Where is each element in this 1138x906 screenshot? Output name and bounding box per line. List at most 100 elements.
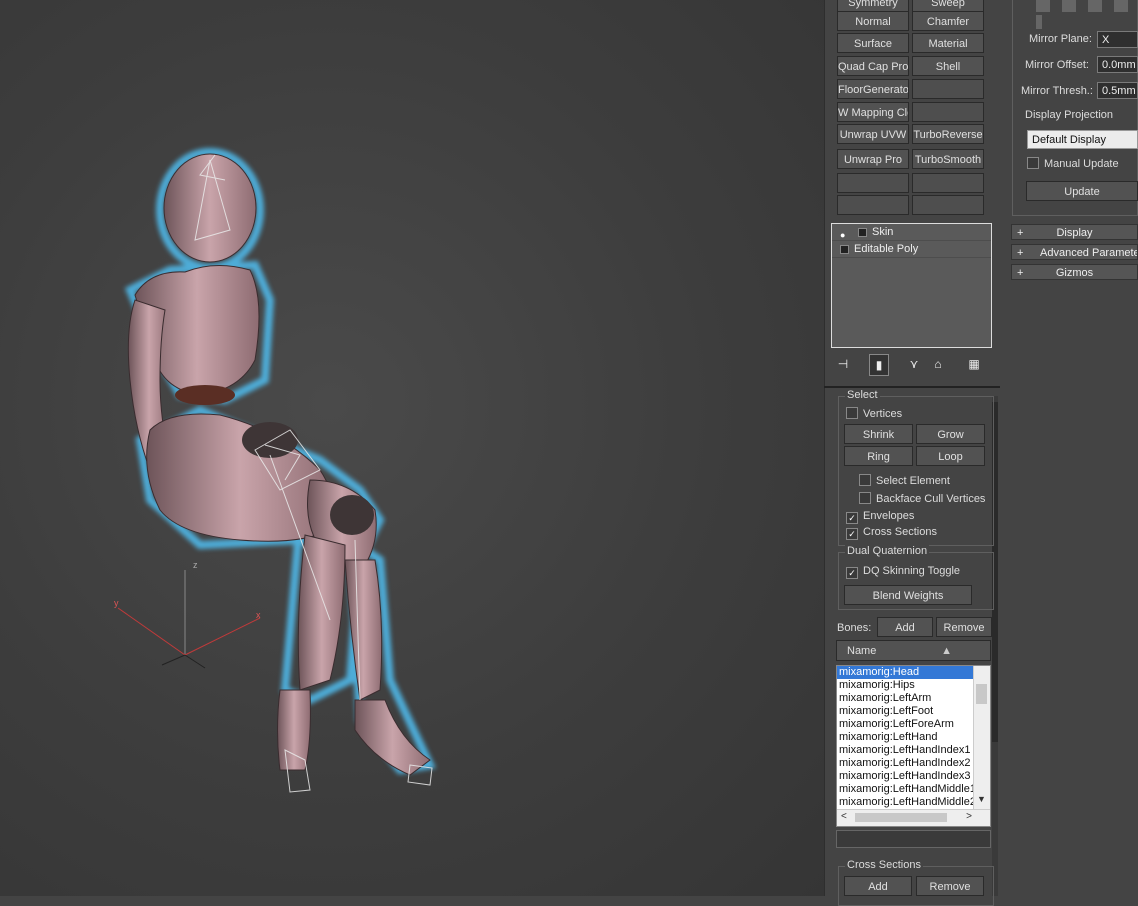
remove-cross-section-button[interactable]: Remove — [916, 876, 984, 896]
bones-list[interactable]: mixamorig:Head mixamorig:Hips mixamorig:… — [836, 665, 991, 827]
scroll-right-icon[interactable]: > — [966, 811, 972, 822]
dq-skinning-checkbox[interactable]: ✓ DQ Skinning Toggle — [846, 565, 960, 579]
show-end-result-icon[interactable]: ▮ — [869, 354, 889, 376]
select-group-legend: Select — [845, 389, 880, 401]
checkbox-box[interactable] — [859, 474, 871, 486]
plus-icon: + — [1017, 267, 1024, 279]
mirror-thresh-spinner[interactable]: 0.5mm — [1097, 82, 1138, 99]
checkbox-box[interactable] — [859, 492, 871, 504]
paste-verts-icon[interactable] — [1036, 15, 1042, 29]
modifier-button-unwrap-pro[interactable]: Unwrap Pro — [837, 149, 909, 169]
modifier-stack-item-skin[interactable]: ● Skin — [832, 224, 991, 241]
remove-modifier-icon[interactable]: ⌂ — [929, 354, 947, 374]
modifier-button-empty[interactable] — [912, 195, 984, 215]
modifier-button-surface[interactable]: Surface — [837, 33, 909, 53]
select-element-checkbox[interactable]: Select Element — [859, 474, 950, 487]
bone-list-item[interactable]: mixamorig:LeftArm — [837, 692, 990, 705]
rollout-label: Advanced Parameters — [1040, 247, 1138, 259]
vertices-label: Vertices — [863, 408, 903, 420]
checkbox-box[interactable] — [846, 407, 858, 419]
ring-button[interactable]: Ring — [844, 446, 913, 466]
scrollbar-thumb[interactable] — [855, 813, 947, 822]
add-bone-button[interactable]: Add — [877, 617, 933, 637]
bones-name-header[interactable]: Name ▲ — [836, 640, 991, 661]
mirror-plane-dropdown[interactable]: X — [1097, 31, 1138, 48]
bone-list-item[interactable]: mixamorig:LeftFoot — [837, 705, 990, 718]
modifier-button-shell[interactable]: Shell — [912, 56, 984, 76]
modifier-button-turbosmooth[interactable]: TurboSmooth — [912, 149, 984, 169]
modifier-button-empty[interactable] — [912, 173, 984, 193]
shrink-button[interactable]: Shrink — [844, 424, 913, 444]
checkbox-box[interactable] — [1027, 157, 1039, 169]
pin-stack-icon[interactable]: ⊣ — [834, 354, 852, 374]
remove-bone-button[interactable]: Remove — [936, 617, 992, 637]
modifier-button-turboreverse[interactable]: TurboReverse — [912, 124, 984, 144]
bone-list-item[interactable]: mixamorig:LeftHandMiddle2 — [837, 796, 990, 809]
modifier-button-empty[interactable] — [912, 102, 984, 122]
cross-sections-label: Cross Sections — [863, 526, 937, 538]
cross-sections-checkbox[interactable]: ✓ Cross Sections — [846, 526, 937, 540]
name-column-label: Name — [847, 645, 877, 657]
add-cross-section-button[interactable]: Add — [844, 876, 912, 896]
checkmark-icon[interactable]: ✓ — [846, 512, 858, 524]
rollout-display[interactable]: + Display — [1011, 224, 1138, 240]
bones-list-vertical-scrollbar[interactable]: ▼ — [973, 666, 990, 812]
grow-button[interactable]: Grow — [916, 424, 985, 444]
paste-bones-icon[interactable] — [1062, 0, 1077, 12]
rollout-label: Display — [1056, 227, 1093, 239]
make-unique-icon[interactable]: ⋎ — [905, 354, 923, 374]
modifier-button-normal[interactable]: Normal — [837, 11, 909, 31]
bone-list-item[interactable]: mixamorig:LeftHand — [837, 731, 990, 744]
modifier-button-empty[interactable] — [837, 173, 909, 193]
character-model[interactable] — [0, 0, 824, 896]
checkmark-icon[interactable]: ✓ — [846, 528, 858, 540]
scroll-down-icon[interactable]: ▼ — [977, 794, 986, 804]
dq-skinning-label: DQ Skinning Toggle — [863, 565, 961, 577]
modifier-button-floorgenerator[interactable]: FloorGenerator — [837, 79, 909, 99]
modifier-stack-list[interactable]: ● Skin Editable Poly — [831, 223, 992, 348]
bone-list-item[interactable]: mixamorig:LeftHandIndex2 — [837, 757, 990, 770]
bone-filter-field[interactable] — [836, 830, 991, 848]
blend-weights-button[interactable]: Blend Weights — [844, 585, 972, 605]
expand-icon[interactable] — [858, 228, 867, 237]
bone-list-item[interactable]: mixamorig:Head — [837, 666, 974, 679]
scroll-left-icon[interactable]: < — [841, 811, 847, 822]
mirror-paste-icon[interactable] — [1036, 0, 1050, 12]
modifier-button-chamfer[interactable]: Chamfer — [912, 11, 984, 31]
loop-button[interactable]: Loop — [916, 446, 985, 466]
manual-update-checkbox[interactable]: Manual Update — [1027, 157, 1119, 170]
modifier-button-quad-cap-pro[interactable]: Quad Cap Pro — [837, 56, 909, 76]
paste-green-to-blue-icon[interactable] — [1088, 0, 1103, 12]
mirror-offset-spinner[interactable]: 0.0mm — [1097, 56, 1138, 73]
scrollbar-thumb[interactable] — [976, 684, 987, 704]
bones-list-horizontal-scrollbar[interactable]: < > — [837, 809, 990, 826]
modifier-button-uvw-mapping-clear[interactable]: W Mapping Cle — [837, 102, 909, 122]
checkmark-icon[interactable]: ✓ — [846, 567, 858, 579]
rollout-advanced-parameters[interactable]: + Advanced Parameters — [1011, 244, 1138, 260]
configure-modifier-sets-icon[interactable]: ▦ — [965, 354, 983, 374]
rollout-gizmos[interactable]: + Gizmos — [1011, 264, 1138, 280]
sort-ascending-icon[interactable]: ▲ — [941, 641, 952, 660]
paste-blue-to-green-icon[interactable] — [1114, 0, 1129, 12]
display-projection-dropdown[interactable]: Default Display — [1027, 130, 1138, 149]
bone-list-item[interactable]: mixamorig:LeftHandIndex3 — [837, 770, 990, 783]
modifier-button-empty[interactable] — [912, 79, 984, 99]
update-button[interactable]: Update — [1026, 181, 1138, 201]
backface-cull-checkbox[interactable]: Backface Cull Vertices — [859, 492, 985, 505]
viewport-3d[interactable]: z x y — [0, 0, 824, 896]
modifier-button-unwrap-uvw[interactable]: Unwrap UVW — [837, 124, 909, 144]
backface-cull-label: Backface Cull Vertices — [876, 493, 986, 505]
modifier-stack-item-editable-poly[interactable]: Editable Poly — [832, 241, 991, 258]
bone-list-item[interactable]: mixamorig:LeftHandMiddle1 — [837, 783, 990, 796]
dual-quaternion-legend: Dual Quaternion — [845, 545, 930, 557]
mirror-thresh-label: Mirror Thresh.: — [1021, 85, 1093, 97]
vertices-checkbox[interactable]: Vertices — [846, 407, 902, 420]
modifier-button-empty[interactable] — [837, 195, 909, 215]
modifier-stack-label: Editable Poly — [854, 243, 919, 255]
bone-list-item[interactable]: mixamorig:LeftHandIndex1 — [837, 744, 990, 757]
bone-list-item[interactable]: mixamorig:Hips — [837, 679, 990, 692]
bone-list-item[interactable]: mixamorig:LeftForeArm — [837, 718, 990, 731]
modifier-button-material[interactable]: Material — [912, 33, 984, 53]
expand-icon[interactable] — [840, 245, 849, 254]
envelopes-checkbox[interactable]: ✓ Envelopes — [846, 510, 914, 524]
